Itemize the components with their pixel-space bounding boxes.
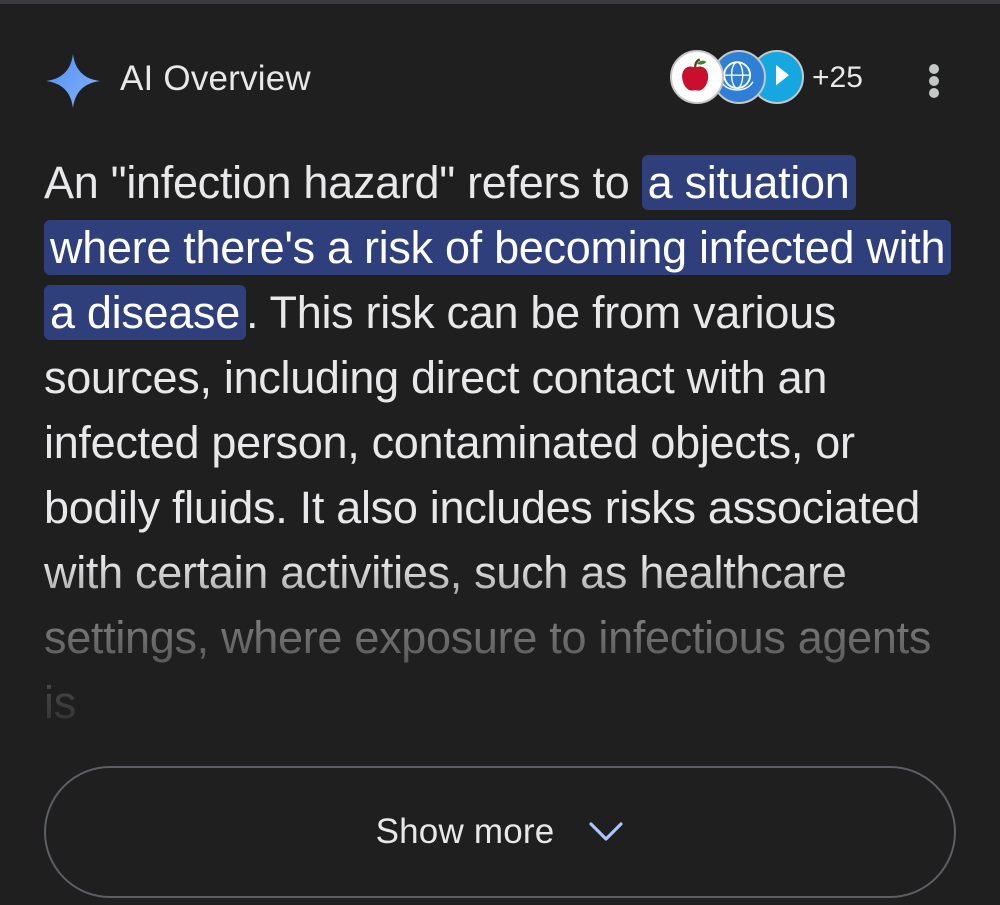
source-avatar-1[interactable]	[670, 50, 724, 104]
show-more-label: Show more	[375, 812, 555, 851]
overview-intro: An "infection hazard" refers to	[44, 157, 642, 208]
more-sources-count[interactable]: +25	[812, 60, 863, 96]
show-more-button[interactable]: Show more	[44, 766, 956, 898]
apple-icon	[682, 58, 709, 91]
source-avatars[interactable]	[670, 50, 810, 108]
chevron-down-icon	[589, 822, 624, 841]
overview-text: An "infection hazard" refers to a situat…	[44, 150, 974, 735]
ai-overview-header: AI Overview +25	[0, 0, 1000, 150]
gemini-sparkle-icon	[46, 54, 100, 108]
ai-overview-title: AI Overview	[120, 59, 311, 98]
overview-rest: . This risk can be from various sources,…	[44, 287, 932, 728]
more-options-icon[interactable]	[918, 60, 950, 102]
